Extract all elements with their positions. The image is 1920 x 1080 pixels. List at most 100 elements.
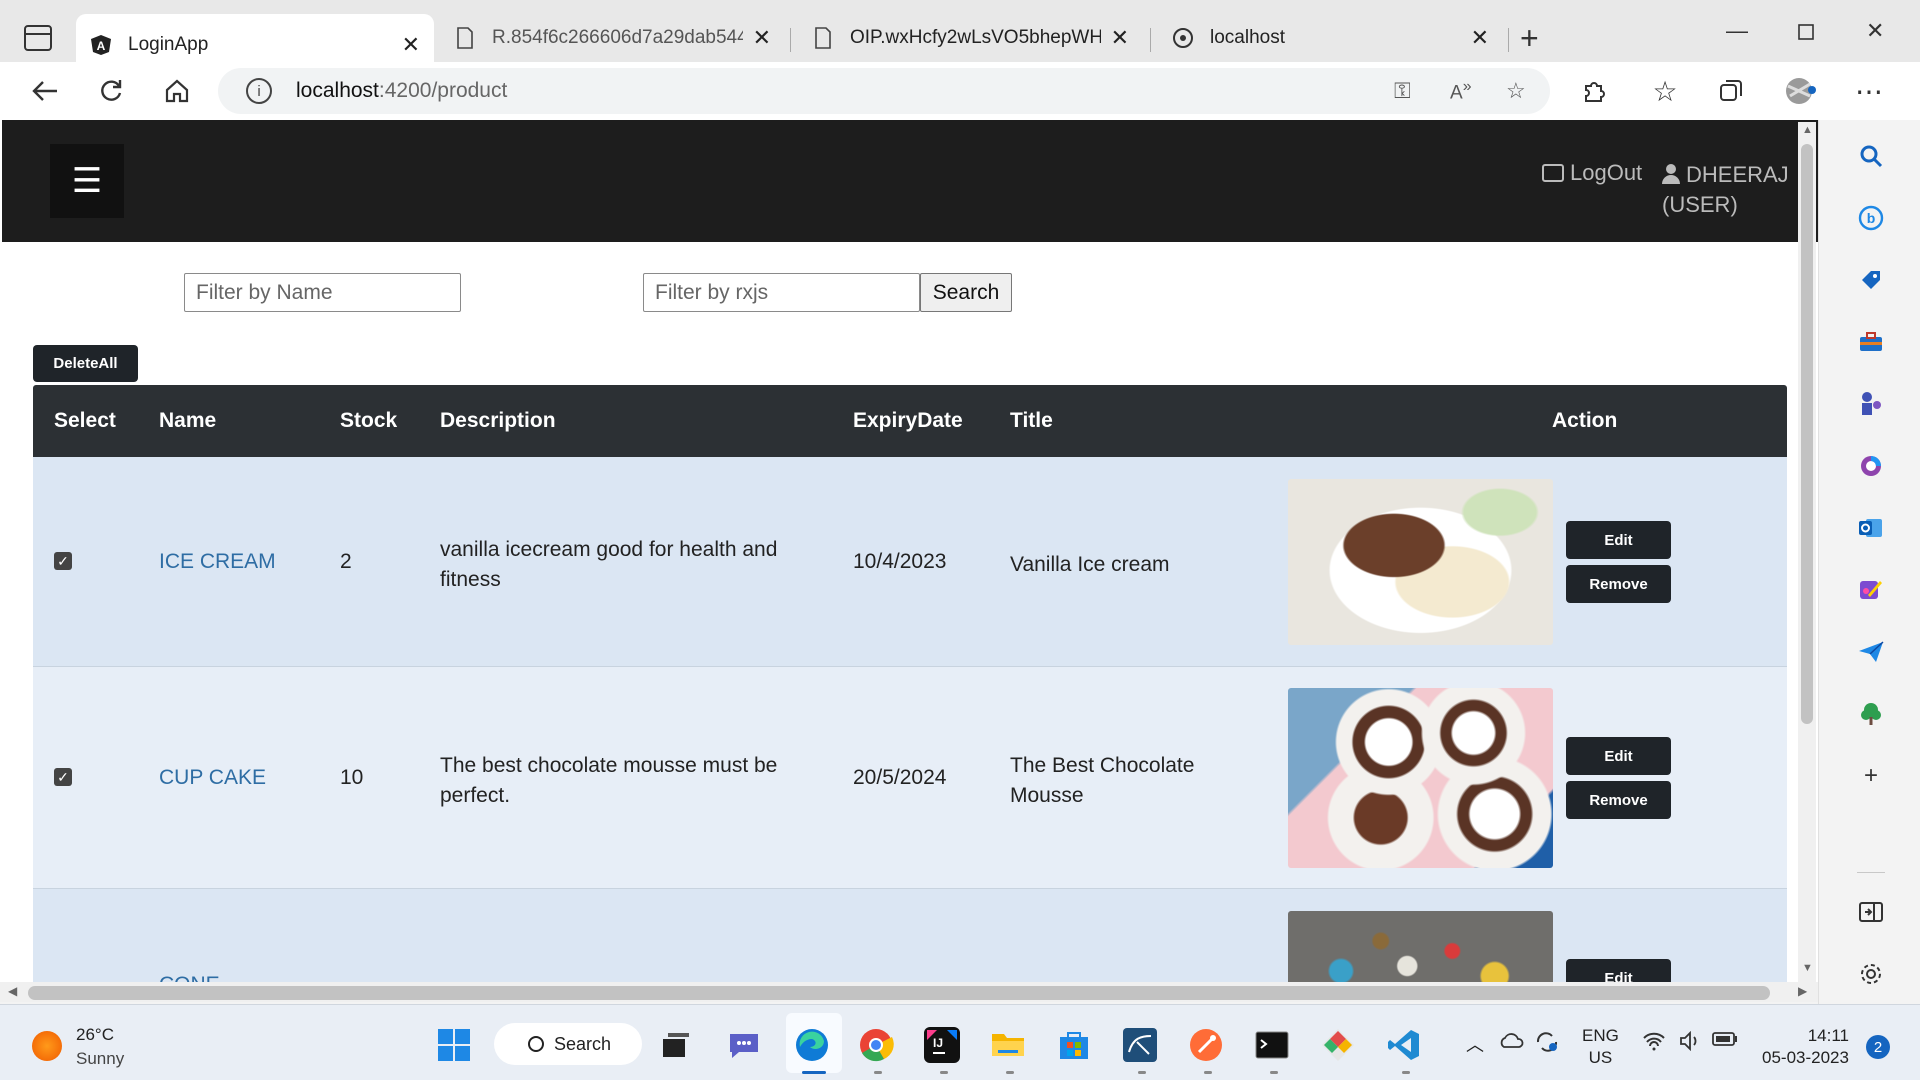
outlook-icon[interactable] (1855, 512, 1887, 544)
vertical-scroll-thumb[interactable] (1801, 144, 1813, 724)
profile-avatar[interactable] (1784, 74, 1818, 108)
close-window-icon[interactable]: ✕ (1866, 18, 1884, 44)
running-indicator (1138, 1071, 1146, 1074)
notification-badge[interactable]: 2 (1866, 1035, 1890, 1059)
running-indicator (1402, 1071, 1410, 1074)
close-tab-icon[interactable]: ✕ (1111, 25, 1129, 51)
hamburger-menu-button[interactable]: ☰ (50, 144, 124, 218)
designer-icon[interactable] (1855, 574, 1887, 606)
logout-link[interactable]: LogOut (1542, 160, 1642, 186)
onedrive-cloud-icon[interactable] (1498, 1031, 1524, 1054)
tab-image-2[interactable]: OIP.wxHcfy2wLsVO5bhepWHr2g ✕ (798, 14, 1143, 62)
tree-icon[interactable] (1855, 698, 1887, 730)
volume-icon[interactable] (1678, 1030, 1702, 1056)
shopping-tag-icon[interactable] (1855, 264, 1887, 296)
product-name-link[interactable]: ICE CREAM (159, 550, 276, 574)
edit-button[interactable]: Edit (1566, 737, 1671, 775)
page-icon (812, 27, 834, 49)
minimize-icon[interactable]: — (1726, 18, 1748, 44)
filter-by-rxjs-input[interactable] (643, 273, 920, 312)
scroll-right-icon[interactable]: ▶ (1798, 984, 1807, 998)
teams-chat-icon[interactable] (726, 1027, 762, 1063)
svg-text:b: b (1867, 210, 1876, 226)
system-clock[interactable]: 14:11 05-03-2023 (1762, 1025, 1849, 1069)
product-title: The Best Chocolate Mousse (1010, 754, 1195, 807)
scroll-down-icon[interactable]: ▼ (1802, 962, 1813, 974)
scroll-up-icon[interactable]: ▲ (1802, 124, 1813, 136)
add-icon[interactable]: + (1855, 760, 1887, 792)
horizontal-scroll-thumb[interactable] (28, 986, 1770, 1000)
bing-chat-icon[interactable]: b (1855, 202, 1887, 234)
user-name: DHEERAJ (1686, 162, 1789, 187)
logout-label: LogOut (1570, 160, 1643, 185)
search-button[interactable]: Search (920, 273, 1012, 312)
tab-actions-icon[interactable] (24, 25, 52, 51)
terminal-icon[interactable] (1254, 1027, 1290, 1063)
close-tab-icon[interactable]: ✕ (753, 25, 771, 51)
mysql-workbench-icon[interactable] (1122, 1027, 1158, 1063)
row-select-checkbox[interactable]: ✓ (54, 768, 72, 786)
send-icon[interactable] (1855, 636, 1887, 668)
games-icon[interactable] (1855, 388, 1887, 420)
file-explorer-icon[interactable] (990, 1027, 1026, 1063)
tools-icon[interactable] (1855, 326, 1887, 358)
expiry-date: 10/4/2023 (853, 550, 947, 573)
tab-localhost[interactable]: localhost ✕ (1158, 14, 1503, 62)
filter-by-name-input[interactable] (184, 273, 461, 312)
favorites-icon[interactable]: ☆ (1648, 74, 1682, 108)
edge-browser-icon[interactable] (794, 1027, 830, 1063)
product-name-link[interactable]: CUP CAKE (159, 766, 266, 790)
task-view-icon[interactable] (658, 1027, 694, 1063)
back-icon[interactable] (28, 74, 62, 108)
edit-button[interactable]: Edit (1566, 521, 1671, 559)
store-icon[interactable] (1056, 1027, 1092, 1063)
close-tab-icon[interactable]: ✕ (1471, 25, 1489, 51)
add-favorite-icon[interactable]: ☆ (1506, 78, 1526, 104)
delete-all-button[interactable]: DeleteAll (33, 345, 138, 382)
url-host: localhost (296, 79, 379, 102)
site-info-icon[interactable]: i (246, 78, 272, 104)
tab-image-1[interactable]: R.854f6c266606d7a29dab544115 ✕ (440, 14, 785, 62)
home-icon[interactable] (160, 74, 194, 108)
edit-button[interactable]: Edit (1566, 959, 1671, 984)
running-indicator (940, 1071, 948, 1074)
postman-icon[interactable] (1188, 1027, 1224, 1063)
remove-button[interactable]: Remove (1566, 781, 1671, 819)
horizontal-scrollbar[interactable]: ◀ ▶ (0, 982, 1818, 1002)
search-icon[interactable] (1855, 140, 1887, 172)
weather-sun-icon[interactable] (32, 1031, 62, 1061)
read-aloud-icon[interactable]: A» (1450, 78, 1472, 104)
battery-icon[interactable] (1712, 1031, 1738, 1052)
remove-button[interactable]: Remove (1566, 565, 1671, 603)
row-select-checkbox[interactable]: ✓ (54, 552, 72, 570)
start-icon[interactable] (436, 1027, 472, 1063)
hide-sidebar-icon[interactable] (1855, 896, 1887, 928)
scroll-left-icon[interactable]: ◀ (8, 984, 17, 998)
sync-icon[interactable] (1534, 1031, 1560, 1058)
close-tab-icon[interactable]: ✕ (402, 32, 420, 58)
more-options-icon[interactable]: ⋯ (1852, 74, 1886, 108)
vscode-icon[interactable] (1386, 1027, 1422, 1063)
product-image (1288, 479, 1553, 645)
wifi-icon[interactable] (1642, 1031, 1666, 1056)
globe-icon (1172, 27, 1194, 49)
column-header-stock: Stock (340, 409, 398, 432)
address-bar[interactable]: i localhost :4200/product ⚿ A» ☆ (218, 68, 1550, 114)
vertical-scrollbar[interactable]: ▲ ▼ (1798, 122, 1816, 982)
product-title: Vanilla Ice cream (1010, 553, 1170, 576)
tab-separator (1150, 28, 1151, 52)
new-tab-icon[interactable]: + (1520, 20, 1539, 57)
language-indicator[interactable]: ENG US (1582, 1025, 1619, 1069)
collections-icon[interactable] (1714, 74, 1748, 108)
taskbar-search[interactable]: Search (494, 1023, 642, 1065)
intellij-icon[interactable]: IJ (924, 1027, 960, 1063)
git-kraken-icon[interactable] (1320, 1027, 1356, 1063)
settings-gear-icon[interactable] (1855, 958, 1887, 990)
chrome-icon[interactable] (858, 1027, 894, 1063)
maximize-icon[interactable] (1798, 20, 1814, 46)
show-hidden-icons-chevron-icon[interactable]: ︿ (1466, 1031, 1484, 1057)
key-icon[interactable]: ⚿ (1394, 78, 1411, 104)
refresh-icon[interactable] (94, 74, 128, 108)
office-icon[interactable] (1855, 450, 1887, 482)
extensions-icon[interactable] (1576, 74, 1610, 108)
